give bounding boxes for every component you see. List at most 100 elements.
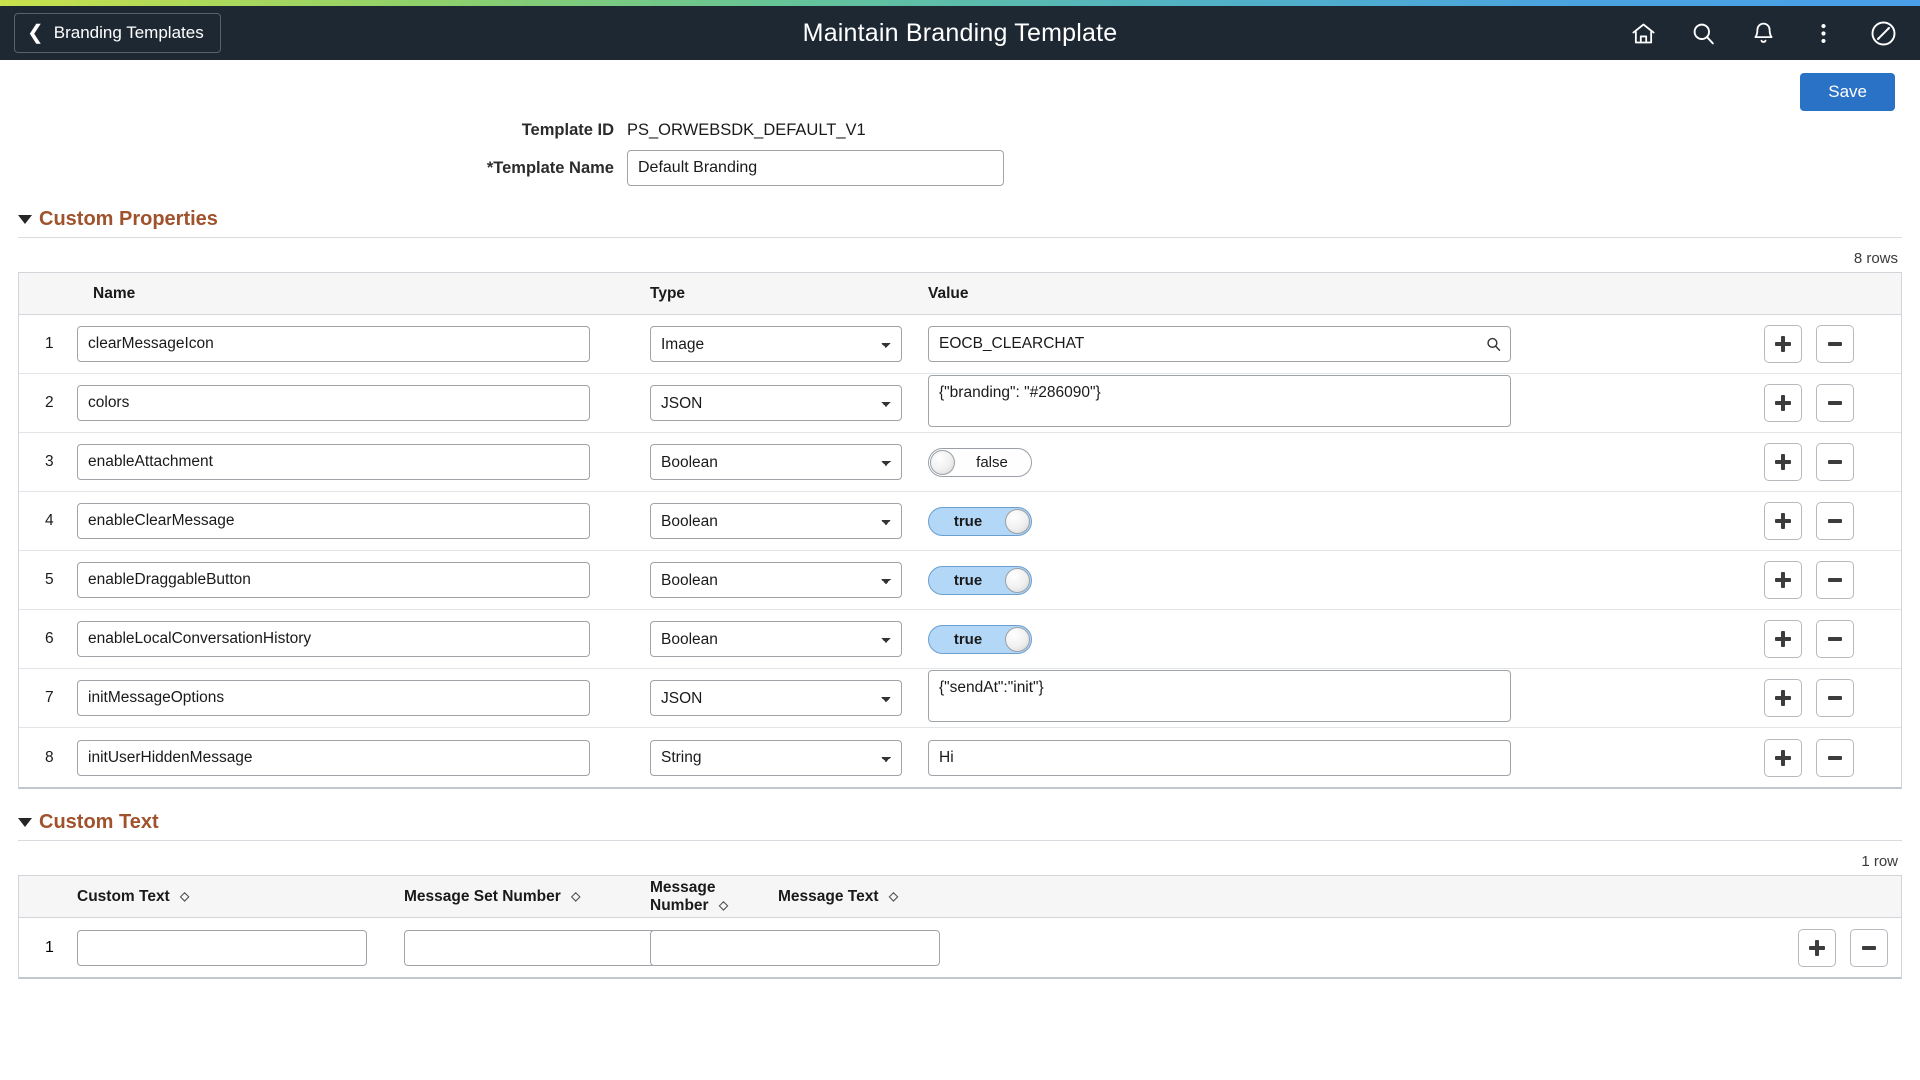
property-value-input[interactable]	[928, 740, 1511, 776]
property-type-select[interactable]: ImageJSONBooleanStringNumber	[650, 680, 902, 716]
property-name-input[interactable]	[77, 562, 590, 598]
delete-row-button[interactable]	[1816, 561, 1854, 599]
column-header-message-number[interactable]: Message Number ◇	[650, 879, 778, 915]
property-type-select[interactable]: ImageJSONBooleanStringNumber	[650, 562, 902, 598]
lookup-field-wrapper	[928, 326, 1511, 362]
message-number-input[interactable]	[650, 930, 940, 966]
plus-glyph-icon	[1775, 631, 1791, 647]
plus-glyph-icon	[1809, 940, 1825, 956]
row-index: 3	[19, 453, 77, 471]
lookup-search-icon[interactable]	[1485, 336, 1502, 353]
property-name-input[interactable]	[77, 326, 590, 362]
delete-row-button[interactable]	[1816, 620, 1854, 658]
property-value-textarea[interactable]	[928, 375, 1511, 427]
delete-row-button[interactable]	[1816, 679, 1854, 717]
property-value-cell	[928, 740, 1751, 776]
column-header-custom-text-label: Custom Text	[77, 888, 170, 905]
add-row-button[interactable]	[1764, 620, 1802, 658]
notifications-bell-icon[interactable]	[1748, 18, 1778, 48]
add-row-button[interactable]	[1764, 443, 1802, 481]
search-icon[interactable]	[1688, 18, 1718, 48]
column-header-message-set-number[interactable]: Message Set Number ◇	[404, 888, 650, 906]
property-type-select[interactable]: ImageJSONBooleanStringNumber	[650, 385, 902, 421]
template-name-input[interactable]	[627, 150, 1004, 186]
minus-glyph-icon	[1828, 401, 1842, 405]
column-header-type: Type	[650, 285, 928, 303]
custom-text-section-toggle[interactable]: Custom Text	[0, 811, 1920, 834]
property-type-select[interactable]: ImageJSONBooleanStringNumber	[650, 444, 902, 480]
table-row: 4ImageJSONBooleanStringNumbertrue	[19, 492, 1901, 551]
property-value-toggle[interactable]: false	[928, 448, 1032, 477]
add-row-button[interactable]	[1764, 325, 1802, 363]
row-action-buttons	[1751, 325, 1901, 363]
custom-properties-row-count: 8 rows	[0, 250, 1920, 267]
column-header-value: Value	[928, 285, 1751, 303]
message-set-number-cell	[404, 930, 650, 966]
add-row-button[interactable]	[1764, 679, 1802, 717]
property-name-input[interactable]	[77, 740, 590, 776]
property-name-input[interactable]	[77, 385, 590, 421]
custom-text-grid-header: Custom Text ◇ Message Set Number ◇ Messa…	[19, 876, 1901, 918]
property-type-cell: ImageJSONBooleanStringNumber	[650, 740, 928, 776]
table-row: 2ImageJSONBooleanStringNumber	[19, 374, 1901, 433]
add-row-button[interactable]	[1764, 502, 1802, 540]
property-type-select[interactable]: ImageJSONBooleanStringNumber	[650, 621, 902, 657]
minus-glyph-icon	[1828, 460, 1842, 464]
row-action-buttons	[1751, 502, 1901, 540]
property-type-select[interactable]: ImageJSONBooleanStringNumber	[650, 740, 902, 776]
property-name-cell	[77, 740, 650, 776]
property-name-input[interactable]	[77, 621, 590, 657]
actions-menu-icon[interactable]	[1808, 18, 1838, 48]
template-id-value: PS_ORWEBSDK_DEFAULT_V1	[627, 121, 866, 140]
property-type-select[interactable]: ImageJSONBooleanStringNumber	[650, 326, 902, 362]
add-row-button[interactable]	[1798, 929, 1836, 967]
sort-icon[interactable]: ◇	[180, 889, 189, 903]
header-icon-group	[1628, 18, 1906, 48]
sort-icon[interactable]: ◇	[889, 889, 898, 903]
property-value-cell	[928, 375, 1751, 432]
property-name-input[interactable]	[77, 680, 590, 716]
plus-glyph-icon	[1775, 336, 1791, 352]
add-row-button[interactable]	[1764, 739, 1802, 777]
add-row-button[interactable]	[1764, 561, 1802, 599]
custom-text-grid: Custom Text ◇ Message Set Number ◇ Messa…	[18, 875, 1902, 979]
property-value-input[interactable]	[928, 326, 1511, 362]
row-index: 7	[19, 689, 77, 707]
sort-icon[interactable]: ◇	[719, 898, 728, 912]
property-type-select[interactable]: ImageJSONBooleanStringNumber	[650, 503, 902, 539]
delete-row-button[interactable]	[1816, 443, 1854, 481]
delete-row-button[interactable]	[1816, 502, 1854, 540]
property-value-toggle[interactable]: true	[928, 566, 1032, 595]
property-name-input[interactable]	[77, 503, 590, 539]
sort-icon[interactable]: ◇	[571, 889, 580, 903]
delete-row-button[interactable]	[1816, 325, 1854, 363]
plus-glyph-icon	[1775, 572, 1791, 588]
collapse-caret-icon	[18, 215, 32, 224]
column-header-message-text[interactable]: Message Text ◇	[778, 888, 1901, 906]
custom-text-input[interactable]	[77, 930, 367, 966]
property-value-textarea[interactable]	[928, 670, 1511, 722]
property-name-input[interactable]	[77, 444, 590, 480]
property-name-cell	[77, 444, 650, 480]
save-button[interactable]: Save	[1800, 73, 1895, 111]
add-row-button[interactable]	[1764, 384, 1802, 422]
row-action-buttons	[1751, 739, 1901, 777]
custom-properties-section-toggle[interactable]: Custom Properties	[0, 208, 1920, 231]
navbar-compass-icon[interactable]	[1868, 18, 1898, 48]
delete-row-button[interactable]	[1816, 384, 1854, 422]
row-action-buttons	[1751, 620, 1901, 658]
section-divider	[18, 840, 1902, 841]
minus-glyph-icon	[1828, 519, 1842, 523]
delete-row-button[interactable]	[1816, 739, 1854, 777]
toggle-knob	[1005, 568, 1030, 593]
home-icon[interactable]	[1628, 18, 1658, 48]
row-index: 5	[19, 571, 77, 589]
property-value-cell: true	[928, 566, 1751, 595]
delete-row-button[interactable]	[1850, 929, 1888, 967]
back-to-branding-templates-button[interactable]: ❮ Branding Templates	[14, 13, 221, 53]
property-value-toggle[interactable]: true	[928, 507, 1032, 536]
column-header-custom-text[interactable]: Custom Text ◇	[77, 888, 404, 906]
custom-text-cell	[77, 930, 404, 966]
back-button-label: Branding Templates	[54, 23, 204, 43]
property-value-toggle[interactable]: true	[928, 625, 1032, 654]
